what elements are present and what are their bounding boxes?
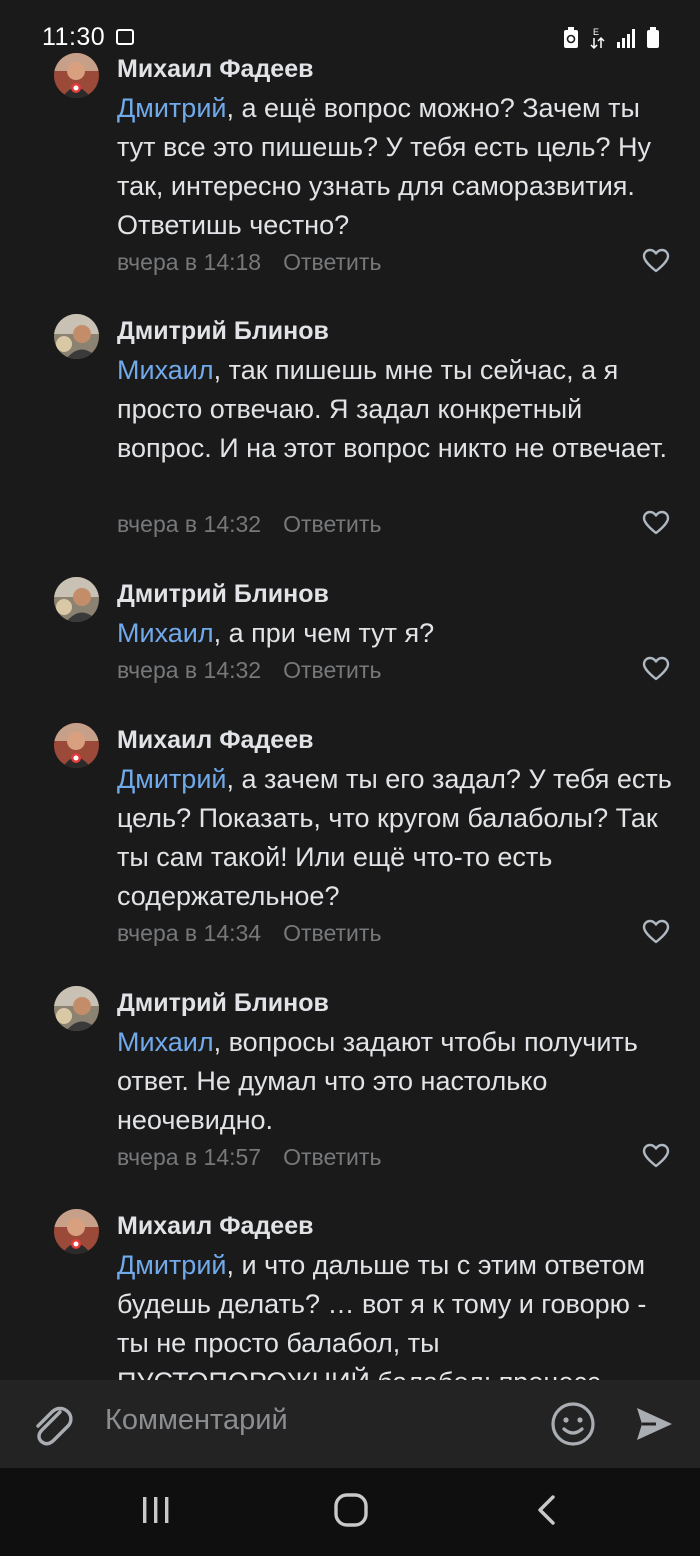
comment-meta: вчера в 14:57 Ответить <box>117 1144 381 1171</box>
heart-icon[interactable] <box>642 919 670 945</box>
comment-meta: вчера в 14:32 Ответить <box>117 511 381 538</box>
comment-mention[interactable]: Дмитрий <box>117 764 226 794</box>
comment-meta: вчера в 14:34 Ответить <box>117 920 381 947</box>
comment-time: вчера в 14:18 <box>117 249 262 275</box>
signal-icon <box>617 29 635 48</box>
comment-time: вчера в 14:34 <box>117 920 262 946</box>
comment-text: Михаил, вопросы задают чтобы получить от… <box>117 1023 677 1140</box>
comment-time: вчера в 14:32 <box>117 657 262 683</box>
comment-text: Дмитрий, и что дальше ты с этим ответом … <box>117 1246 677 1380</box>
avatar[interactable] <box>54 986 99 1031</box>
comment-meta: вчера в 14:18 Ответить <box>117 249 381 276</box>
status-icons: E <box>562 26 660 50</box>
recent-apps-icon[interactable] <box>140 1494 172 1526</box>
comment-author[interactable]: Дмитрий Блинов <box>117 989 329 1018</box>
comment-body: , а при чем тут я? <box>213 618 435 648</box>
comment-mention[interactable]: Михаил <box>117 618 214 648</box>
status-bar: 11:30 E <box>0 0 700 78</box>
comment-text: Дмитрий, а ещё вопрос можно? Зачем ты ту… <box>117 89 677 245</box>
comments-feed[interactable]: Михаил Фадеев Дмитрий, а ещё вопрос можн… <box>0 0 700 1380</box>
paperclip-icon[interactable] <box>30 1402 74 1448</box>
battery-icon <box>647 27 659 48</box>
heart-icon[interactable] <box>642 510 670 536</box>
reply-button[interactable]: Ответить <box>283 1144 381 1170</box>
back-icon[interactable] <box>535 1494 559 1526</box>
gallery-notification-icon <box>116 29 134 45</box>
avatar[interactable] <box>54 577 99 622</box>
avatar[interactable] <box>54 1209 99 1254</box>
comment-mention[interactable]: Дмитрий <box>117 93 226 123</box>
smile-icon[interactable] <box>550 1401 596 1447</box>
comment-author[interactable]: Дмитрий Блинов <box>117 580 329 609</box>
comment-text: Дмитрий, а зачем ты его задал? У тебя ес… <box>117 760 677 916</box>
send-icon[interactable] <box>634 1404 674 1444</box>
comment-text: Михаил, а при чем тут я? <box>117 614 677 653</box>
data-transfer-icon: E <box>590 27 605 50</box>
comment-mention[interactable]: Дмитрий <box>117 1250 226 1280</box>
home-icon[interactable] <box>333 1492 369 1528</box>
comment-text: Михаил, так пишешь мне ты сейчас, а я пр… <box>117 351 677 468</box>
svg-text:E: E <box>593 27 599 37</box>
avatar[interactable] <box>54 314 99 359</box>
comment-author[interactable]: Михаил Фадеев <box>117 726 313 755</box>
comment-mention[interactable]: Михаил <box>117 355 214 385</box>
reply-button[interactable]: Ответить <box>283 920 381 946</box>
comment-meta: вчера в 14:32 Ответить <box>117 657 381 684</box>
comment-time: вчера в 14:57 <box>117 1144 262 1170</box>
reply-button[interactable]: Ответить <box>283 657 381 683</box>
heart-icon[interactable] <box>642 656 670 682</box>
battery-saver-icon <box>564 27 578 48</box>
comment-author[interactable]: Дмитрий Блинов <box>117 317 329 346</box>
status-time: 11:30 <box>42 23 106 51</box>
comment-author[interactable]: Михаил Фадеев <box>117 1212 313 1241</box>
comment-mention[interactable]: Михаил <box>117 1027 214 1057</box>
reply-button[interactable]: Ответить <box>283 511 381 537</box>
comment-input[interactable]: Комментарий <box>105 1404 288 1437</box>
heart-icon[interactable] <box>642 1143 670 1169</box>
reply-button[interactable]: Ответить <box>283 249 381 275</box>
comment-composer: Комментарий <box>0 1380 700 1468</box>
system-nav-bar <box>0 1468 700 1556</box>
comment-time: вчера в 14:32 <box>117 511 262 537</box>
avatar[interactable] <box>54 723 99 768</box>
heart-icon[interactable] <box>642 248 670 274</box>
